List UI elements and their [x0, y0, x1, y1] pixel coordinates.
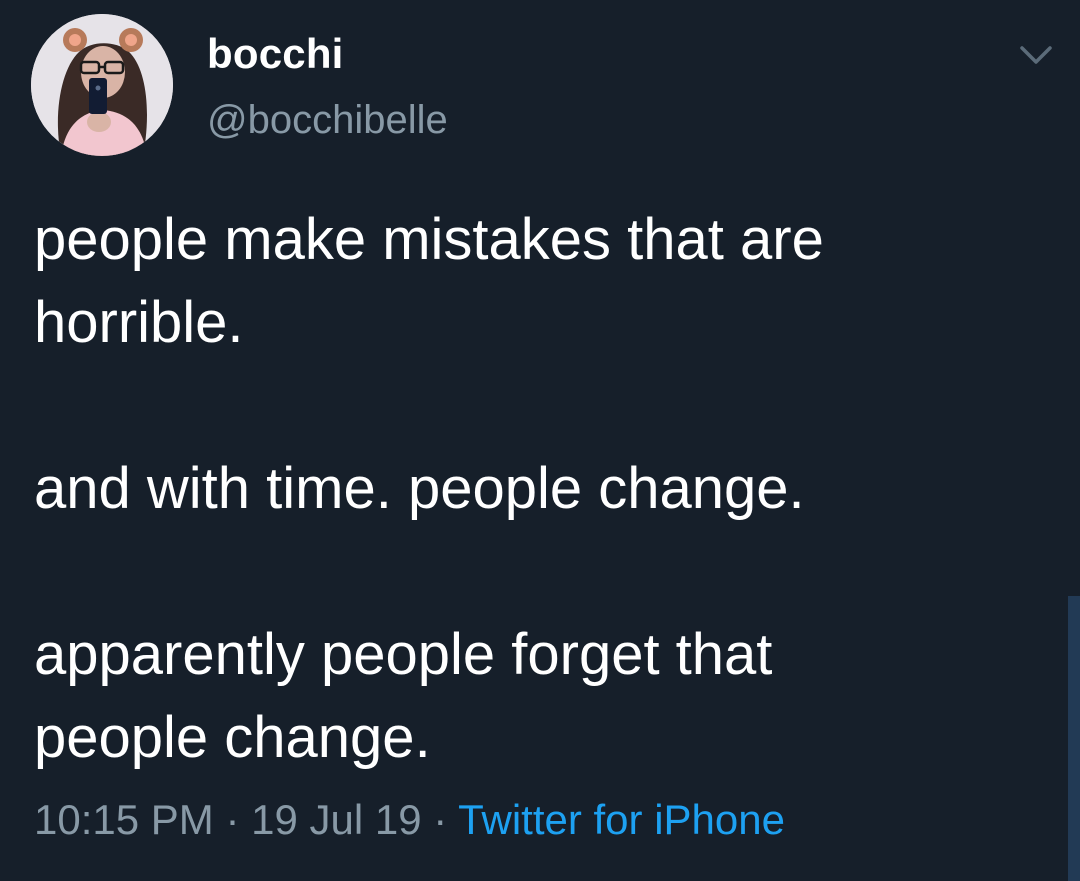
chevron-down-icon-graphic — [1020, 46, 1052, 64]
tweet-text: people make mistakes that are horrible. … — [34, 198, 1054, 779]
meta-separator: · — [213, 796, 252, 843]
tweet-source-link[interactable]: Twitter for iPhone — [458, 796, 785, 843]
tweet-line: and with time. people change. — [34, 456, 805, 521]
tweet-card: bocchi @bocchibelle people make mistakes… — [0, 0, 1080, 881]
user-handle[interactable]: @bocchibelle — [207, 98, 448, 143]
display-name[interactable]: bocchi — [207, 30, 344, 78]
tweet-line: people change. — [34, 705, 431, 770]
scrollbar[interactable] — [1068, 596, 1080, 881]
tweet-time[interactable]: 10:15 PM — [34, 796, 214, 843]
avatar[interactable] — [31, 14, 173, 156]
tweet-line: apparently people forget that — [34, 622, 773, 687]
chevron-down-icon[interactable] — [1016, 40, 1056, 70]
avatar-photo — [31, 14, 173, 156]
tweet-metadata: 10:15 PM · 19 Jul 19 · Twitter for iPhon… — [34, 796, 785, 844]
tweet-date[interactable]: 19 Jul 19 — [251, 796, 421, 843]
tweet-line: people make mistakes that are — [34, 207, 824, 272]
meta-separator: · — [421, 796, 459, 843]
tweet-line: horrible. — [34, 290, 244, 355]
